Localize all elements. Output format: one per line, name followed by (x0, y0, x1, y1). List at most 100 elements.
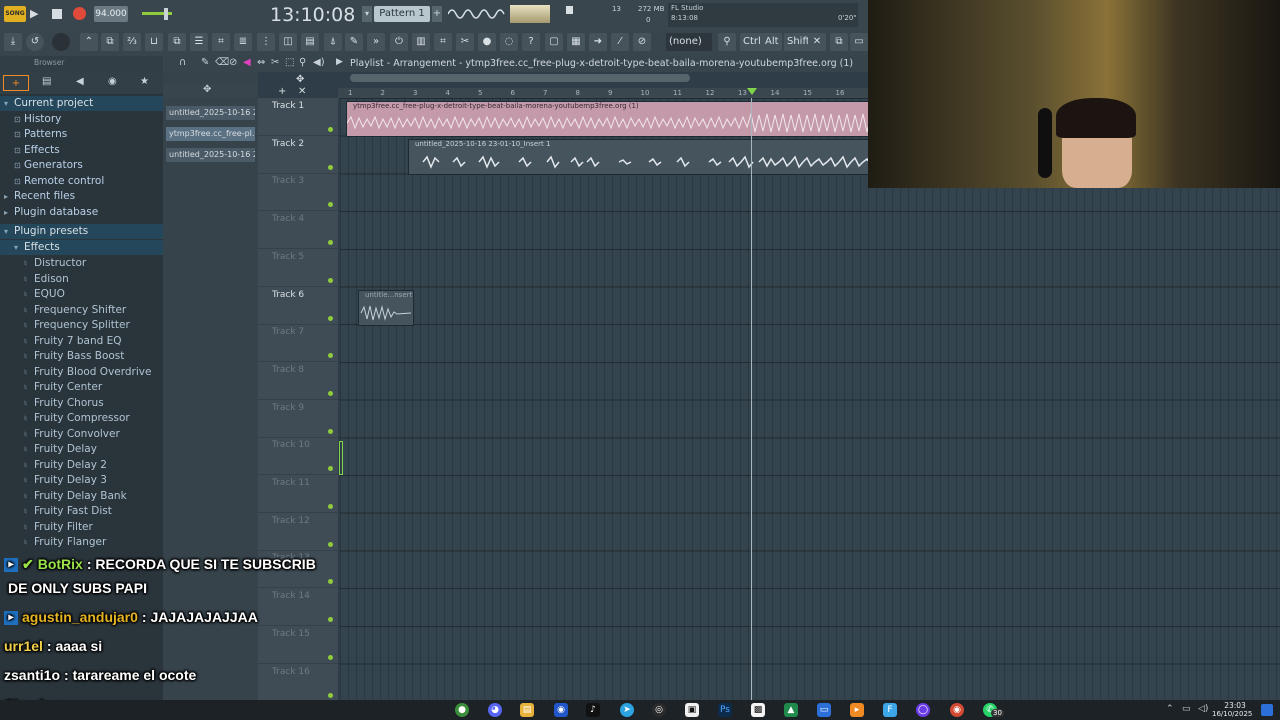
stop-button[interactable] (52, 9, 62, 19)
magnet-icon[interactable]: ∩ (179, 57, 186, 68)
browser-item[interactable]: ♮ EQUO (0, 287, 163, 302)
browser-item[interactable]: ▾ Effects (0, 240, 163, 255)
browser-item[interactable]: ♮ Distructor (0, 256, 163, 271)
help-icon[interactable]: ? (522, 33, 540, 51)
playhead-marker[interactable] (747, 88, 757, 95)
audio-clip[interactable]: ytmp3free.cc_free-plug-x-detroit-type-be… (346, 101, 878, 137)
close-tools-icon[interactable]: ✕ (808, 33, 826, 51)
browser-icon[interactable]: ◫ (279, 33, 297, 51)
channel-rack-icon[interactable]: ⋮ (257, 33, 275, 51)
record-button[interactable] (73, 7, 86, 20)
save-icon[interactable]: ⤓ (4, 33, 22, 51)
track-mute-led[interactable] (328, 353, 333, 359)
track-header[interactable]: Track 7 (258, 324, 338, 363)
track-mute-led[interactable] (328, 541, 333, 547)
taskbar-browser-icon[interactable]: ◉ (950, 703, 964, 717)
browser-item[interactable]: ♮ Fruity 7 band EQ (0, 334, 163, 349)
pencil-tool-icon[interactable]: ✎ (201, 57, 209, 68)
track-header[interactable]: Track 6 (258, 287, 338, 325)
browser-item[interactable]: ⊡ Effects (0, 143, 163, 158)
track-header[interactable]: Track 2 (258, 136, 338, 174)
track-header[interactable]: Track 8 (258, 362, 338, 400)
notification-icon[interactable] (1261, 704, 1273, 716)
paste-icon[interactable]: ▭ (850, 33, 868, 51)
brush-icon[interactable]: ⁄ (611, 33, 629, 51)
mixer-icon[interactable]: ☰ (190, 33, 208, 51)
alt-key[interactable]: Alt (762, 33, 782, 51)
mute-tool-icon[interactable]: ◀ (243, 57, 251, 68)
track-header[interactable]: Track 3 (258, 173, 338, 212)
metronome-icon[interactable] (52, 33, 70, 51)
track-header[interactable]: Track 12 (258, 513, 338, 551)
output-selector[interactable]: (none) (666, 33, 712, 51)
clip-source-item[interactable]: untitled_2025-10-16 23-... (166, 148, 255, 162)
taskbar-tiktok-icon[interactable]: ♪ (586, 703, 600, 717)
track-header[interactable]: Track 11 (258, 475, 338, 513)
track-mute-led[interactable] (328, 164, 333, 170)
master-volume-knob[interactable] (164, 8, 168, 20)
scroll-arrows-icon[interactable]: ✥ (296, 74, 304, 85)
browser-item[interactable]: ⊡ History (0, 112, 163, 127)
project-icon[interactable]: ▢ (545, 33, 563, 51)
track-mute-led[interactable] (328, 315, 333, 321)
select-tool-icon[interactable]: ⬚ (285, 57, 294, 68)
playlist-grid[interactable]: ytmp3free.cc_free-plug-x-detroit-type-be… (340, 98, 1280, 700)
track-mute-led[interactable] (328, 504, 333, 509)
step-edit-icon[interactable]: ⅔ (123, 33, 141, 51)
playlist-scroll[interactable] (350, 74, 690, 82)
microphone-icon[interactable]: ● (478, 33, 496, 51)
paint-tool-icon[interactable]: ⌫ (215, 57, 229, 68)
star-icon[interactable]: ★ (140, 76, 149, 87)
remove-track-icon[interactable]: ✕ (298, 86, 306, 97)
track-mute-led[interactable] (328, 277, 333, 283)
globe-icon[interactable]: ◉ (108, 76, 117, 87)
taskbar-app2-icon[interactable]: ▩ (751, 703, 765, 717)
track-header[interactable]: Track 10 (258, 437, 338, 476)
audio-clip[interactable]: untitled_2025-10-16 23-01-10_Insert 1 (408, 139, 880, 175)
taskbar-capcut-icon[interactable]: ▣ (685, 703, 699, 717)
zoom-tool-icon[interactable]: ⚲ (299, 57, 306, 68)
taskbar-fl-studio-icon[interactable]: ▸ (850, 703, 864, 717)
clip-source-item[interactable]: ytmp3free.cc_free-pl... (166, 127, 255, 141)
browser-item[interactable]: ▾ Plugin presets (0, 224, 163, 239)
back-icon[interactable]: ◀ (76, 76, 84, 87)
scissors-icon[interactable]: ✂ (456, 33, 474, 51)
track-mute-led[interactable] (328, 127, 333, 132)
taskbar-photoshop-icon[interactable]: Ps (718, 703, 732, 717)
mixer-channel-icon[interactable]: ⍋ (324, 33, 342, 51)
timeline-ruler[interactable]: 1234567891011121314151617 (338, 88, 877, 98)
wait-icon[interactable]: ⧉ (101, 33, 119, 51)
browser-item[interactable]: ♮ Fruity Delay (0, 442, 163, 457)
track-mute-led[interactable] (328, 202, 333, 208)
files-icon[interactable]: ▤ (42, 76, 51, 87)
taskbar-discord-icon[interactable]: ◕ (488, 703, 502, 717)
slice-tool-icon[interactable]: ✂ (271, 57, 279, 68)
taskbar-doc-icon[interactable]: F (883, 703, 897, 717)
browser-item[interactable]: ▸ Plugin database (0, 205, 163, 220)
power-icon[interactable]: ⏻ (390, 33, 408, 51)
track-mute-led[interactable] (328, 390, 333, 396)
browser-item[interactable]: ⊡ Generators (0, 158, 163, 173)
pattern-icon[interactable]: ⧉ (168, 33, 186, 51)
browser-item[interactable]: ♮ Fruity Center (0, 380, 163, 395)
browser-item[interactable]: ⊡ Remote control (0, 174, 163, 189)
ctrl-key[interactable]: Ctrl (740, 33, 764, 51)
arrow-right-icon[interactable]: ➜ (589, 33, 607, 51)
browser-item[interactable]: ♮ Fruity Compressor (0, 411, 163, 426)
browser-item[interactable]: ♮ Fruity Convolver (0, 427, 163, 442)
taskbar-chrome-icon[interactable]: ● (455, 703, 469, 717)
tempo-tap-icon[interactable]: ⌗ (434, 33, 452, 51)
track-mute-led[interactable] (328, 428, 333, 434)
chat-icon[interactable]: ◌ (500, 33, 518, 51)
taskbar-app-icon[interactable]: ◉ (554, 703, 568, 717)
tray-arrow-icon[interactable]: ⌃ (1166, 704, 1174, 714)
playlist-icon[interactable]: ≣ (234, 33, 252, 51)
snap-icon[interactable]: ⌃ (80, 33, 98, 51)
clip-source-item[interactable]: untitled_2025-10-16 21-... (166, 106, 255, 120)
browser-item[interactable]: ♮ Edison (0, 272, 163, 287)
pattern-selector-arrow[interactable]: ▾ (362, 6, 372, 22)
taskbar-search-icon[interactable]: ◯ (916, 703, 930, 717)
move-icon[interactable]: ✥ (203, 84, 211, 95)
browser-item[interactable]: ♮ Fruity Chorus (0, 396, 163, 411)
plugin-picker-icon[interactable]: ▤ (301, 33, 319, 51)
